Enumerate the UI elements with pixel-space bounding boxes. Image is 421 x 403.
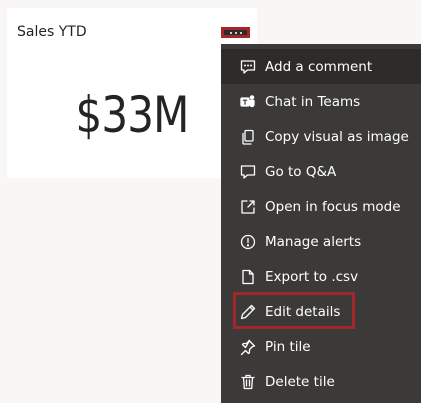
focus-mode-icon — [239, 198, 257, 216]
more-options-button[interactable] — [221, 27, 250, 38]
menu-item-focus-mode[interactable]: Open in focus mode — [221, 189, 421, 224]
menu-item-chat-in-teams[interactable]: Chat in Teams — [221, 84, 421, 119]
menu-item-label: Edit details — [265, 303, 341, 320]
kpi-tile[interactable]: Sales YTD $33M — [7, 8, 257, 178]
menu-item-label: Open in focus mode — [265, 198, 401, 215]
menu-item-label: Add a comment — [265, 58, 373, 75]
comment-icon — [239, 58, 257, 76]
pin-icon — [239, 338, 257, 356]
menu-item-copy-visual[interactable]: Copy visual as image — [221, 119, 421, 154]
menu-item-label: Chat in Teams — [265, 93, 361, 110]
menu-item-label: Manage alerts — [265, 233, 362, 250]
more-options-icon-dot — [234, 31, 237, 34]
menu-item-label: Copy visual as image — [265, 128, 409, 145]
menu-item-label: Export to .csv — [265, 268, 359, 285]
menu-item-edit-details[interactable]: Edit details — [221, 294, 421, 329]
tile-title: Sales YTD — [17, 24, 87, 40]
kpi-value: $33M — [75, 86, 189, 144]
context-menu: Add a comment Chat in Teams Copy visual … — [221, 44, 421, 403]
teams-icon — [239, 93, 257, 111]
export-icon — [239, 268, 257, 286]
menu-item-add-comment[interactable]: Add a comment — [221, 49, 421, 84]
more-options-icon-dot — [239, 31, 242, 34]
menu-item-manage-alerts[interactable]: Manage alerts — [221, 224, 421, 259]
menu-item-export-csv[interactable]: Export to .csv — [221, 259, 421, 294]
alert-icon — [239, 233, 257, 251]
pencil-icon — [239, 303, 257, 321]
menu-item-delete-tile[interactable]: Delete tile — [221, 364, 421, 399]
menu-item-label: Go to Q&A — [265, 163, 337, 180]
more-options-icon — [229, 31, 232, 34]
menu-item-label: Delete tile — [265, 373, 335, 390]
menu-item-pin-tile[interactable]: Pin tile — [221, 329, 421, 364]
copy-icon — [239, 128, 257, 146]
menu-item-label: Pin tile — [265, 338, 311, 355]
trash-icon — [239, 373, 257, 391]
qna-icon — [239, 163, 257, 181]
menu-item-go-to-qna[interactable]: Go to Q&A — [221, 154, 421, 189]
